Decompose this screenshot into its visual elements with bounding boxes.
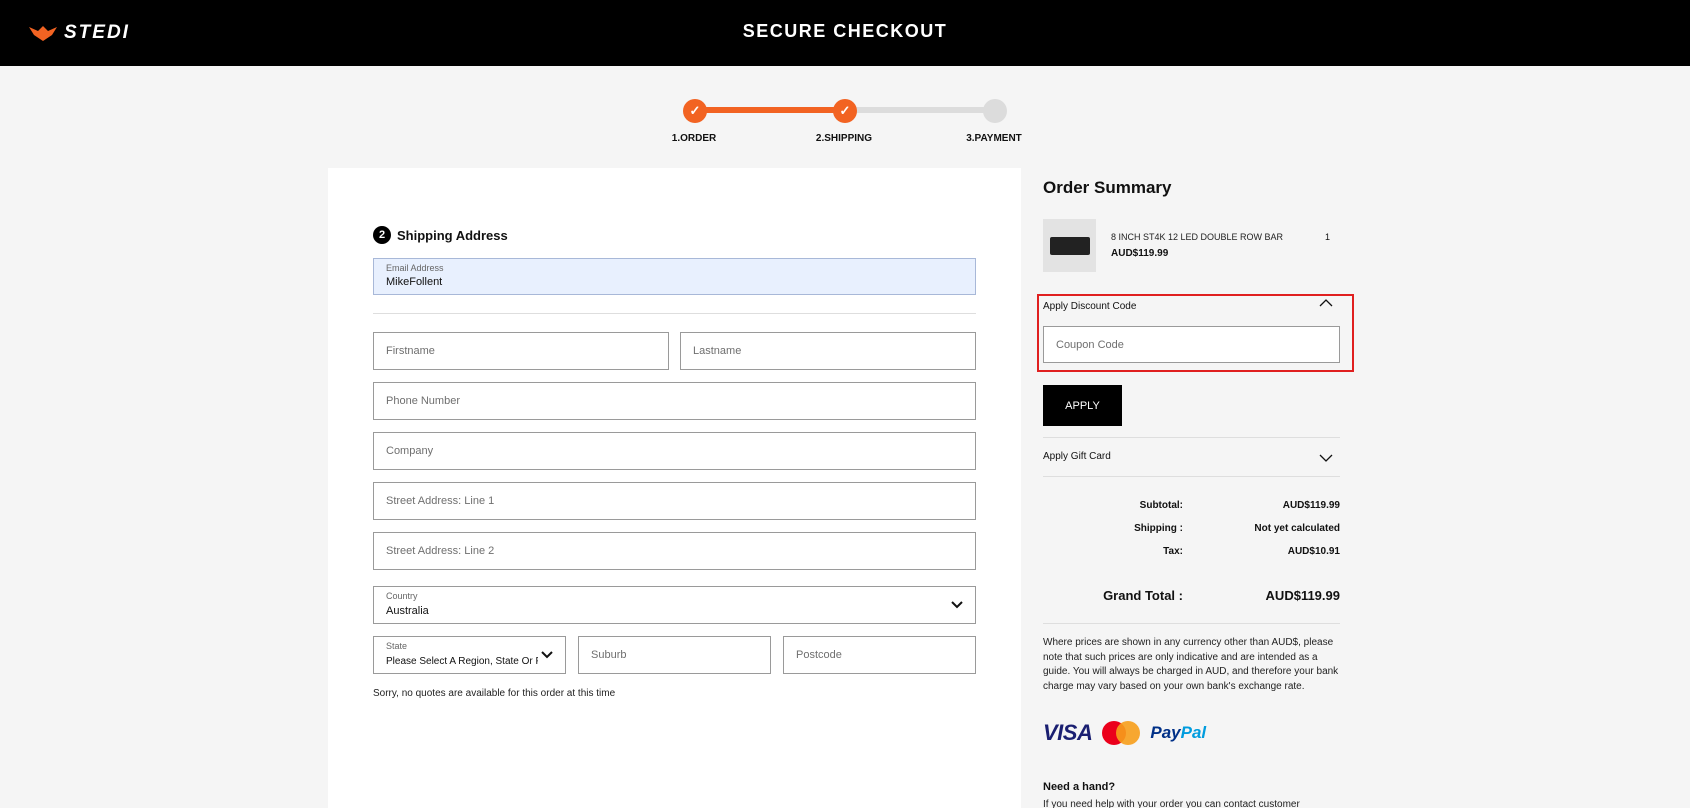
email-label: Email Address: [386, 263, 444, 273]
step-order-label: 1.ORDER: [671, 133, 717, 144]
currency-disclaimer: Where prices are shown in any currency o…: [1043, 637, 1339, 692]
street1-input[interactable]: Street Address: Line 1: [373, 482, 976, 520]
chevron-up-icon[interactable]: [1319, 298, 1333, 307]
step-number-badge: 2: [373, 226, 391, 244]
grand-total-label: Grand Total :: [1103, 588, 1183, 603]
mastercard-logo: [1102, 721, 1141, 745]
phone-placeholder: Phone Number: [386, 395, 460, 407]
product-qty: 1: [1325, 232, 1331, 242]
payment-methods: VISA PayPal: [1043, 720, 1206, 746]
discount-toggle[interactable]: Apply Discount Code: [1043, 301, 1136, 312]
divider: [373, 313, 976, 314]
progress-bar-remaining: [845, 107, 995, 113]
chevron-down-icon[interactable]: [1319, 454, 1333, 463]
suburb-placeholder: Suburb: [591, 649, 627, 661]
country-value: Australia: [386, 605, 429, 617]
subtotal-value: AUD$119.99: [1282, 500, 1340, 511]
email-field[interactable]: Email Address MikeFollent: [373, 258, 976, 295]
visa-logo: VISA: [1043, 720, 1093, 745]
firstname-placeholder: Firstname: [386, 345, 435, 357]
phone-input[interactable]: Phone Number: [373, 382, 976, 420]
postcode-placeholder: Postcode: [796, 649, 842, 661]
suburb-input[interactable]: Suburb: [578, 636, 771, 674]
subtotal-label: Subtotal:: [1139, 500, 1183, 511]
check-icon: ✓: [689, 103, 701, 118]
step-payment-label: 3.PAYMENT: [966, 133, 1022, 144]
postcode-input[interactable]: Postcode: [783, 636, 976, 674]
company-placeholder: Company: [386, 445, 434, 457]
street2-placeholder: Street Address: Line 2: [386, 545, 495, 557]
product-price: AUD$119.99: [1111, 248, 1169, 259]
page-title: SECURE CHECKOUT: [742, 21, 948, 41]
divider: [1043, 437, 1340, 438]
state-label: State: [386, 641, 408, 651]
product-thumbnail: [1043, 219, 1096, 272]
product-name: 8 INCH ST4K 12 LED DOUBLE ROW BAR: [1111, 232, 1284, 242]
state-select[interactable]: State Please Select A Region, State Or P: [373, 636, 566, 674]
company-input[interactable]: Company: [373, 432, 976, 470]
tax-value: AUD$10.91: [1287, 546, 1340, 557]
tax-label: Tax:: [1163, 546, 1183, 557]
paypal-logo-part-b: Pal: [1180, 723, 1207, 742]
coupon-placeholder: Coupon Code: [1056, 338, 1124, 351]
firstname-input[interactable]: Firstname: [373, 332, 669, 370]
street2-input[interactable]: Street Address: Line 2: [373, 532, 976, 570]
lastname-input[interactable]: Lastname: [680, 332, 976, 370]
checkout-progress: ✓ ✓: [683, 99, 1007, 123]
step-shipping-label: 2.SHIPPING: [815, 133, 873, 144]
state-value: Please Select A Region, State Or P: [386, 656, 538, 667]
chevron-down-icon: [541, 651, 553, 659]
header-bar: STEDI SECURE CHECKOUT: [0, 0, 1690, 66]
street1-placeholder: Street Address: Line 1: [386, 495, 495, 507]
grand-total-value: AUD$119.99: [1265, 588, 1340, 603]
lastname-placeholder: Lastname: [693, 345, 742, 357]
shipping-label: Shipping :: [1134, 523, 1183, 534]
shipping-section-heading: 2 Shipping Address: [373, 226, 508, 244]
divider: [1043, 476, 1340, 477]
shipping-heading-text: Shipping Address: [397, 227, 508, 243]
progress-bar-complete: [695, 107, 845, 113]
help-heading: Need a hand?: [1043, 781, 1116, 793]
shipping-value: Not yet calculated: [1254, 523, 1340, 534]
country-label: Country: [386, 591, 418, 601]
chevron-down-icon: [951, 601, 963, 609]
gift-card-toggle[interactable]: Apply Gift Card: [1043, 451, 1111, 462]
shipping-quote-note: Sorry, no quotes are available for this …: [373, 688, 616, 699]
divider: [1043, 623, 1340, 624]
email-value: MikeFollent: [386, 276, 443, 288]
step-order-dot: ✓: [683, 99, 707, 123]
help-text: If you need help with your order you can…: [1043, 799, 1300, 808]
order-summary-title: Order Summary: [1043, 178, 1172, 197]
step-shipping-dot: ✓: [833, 99, 857, 123]
step-payment-dot: [983, 99, 1007, 123]
coupon-code-input[interactable]: Coupon Code: [1043, 326, 1340, 363]
paypal-logo-part-a: Pay: [1150, 723, 1181, 742]
check-icon: ✓: [839, 103, 851, 118]
paypal-logo: PayPal: [1150, 723, 1206, 743]
country-select[interactable]: Country Australia: [373, 586, 976, 624]
apply-button[interactable]: APPLY: [1043, 385, 1122, 426]
